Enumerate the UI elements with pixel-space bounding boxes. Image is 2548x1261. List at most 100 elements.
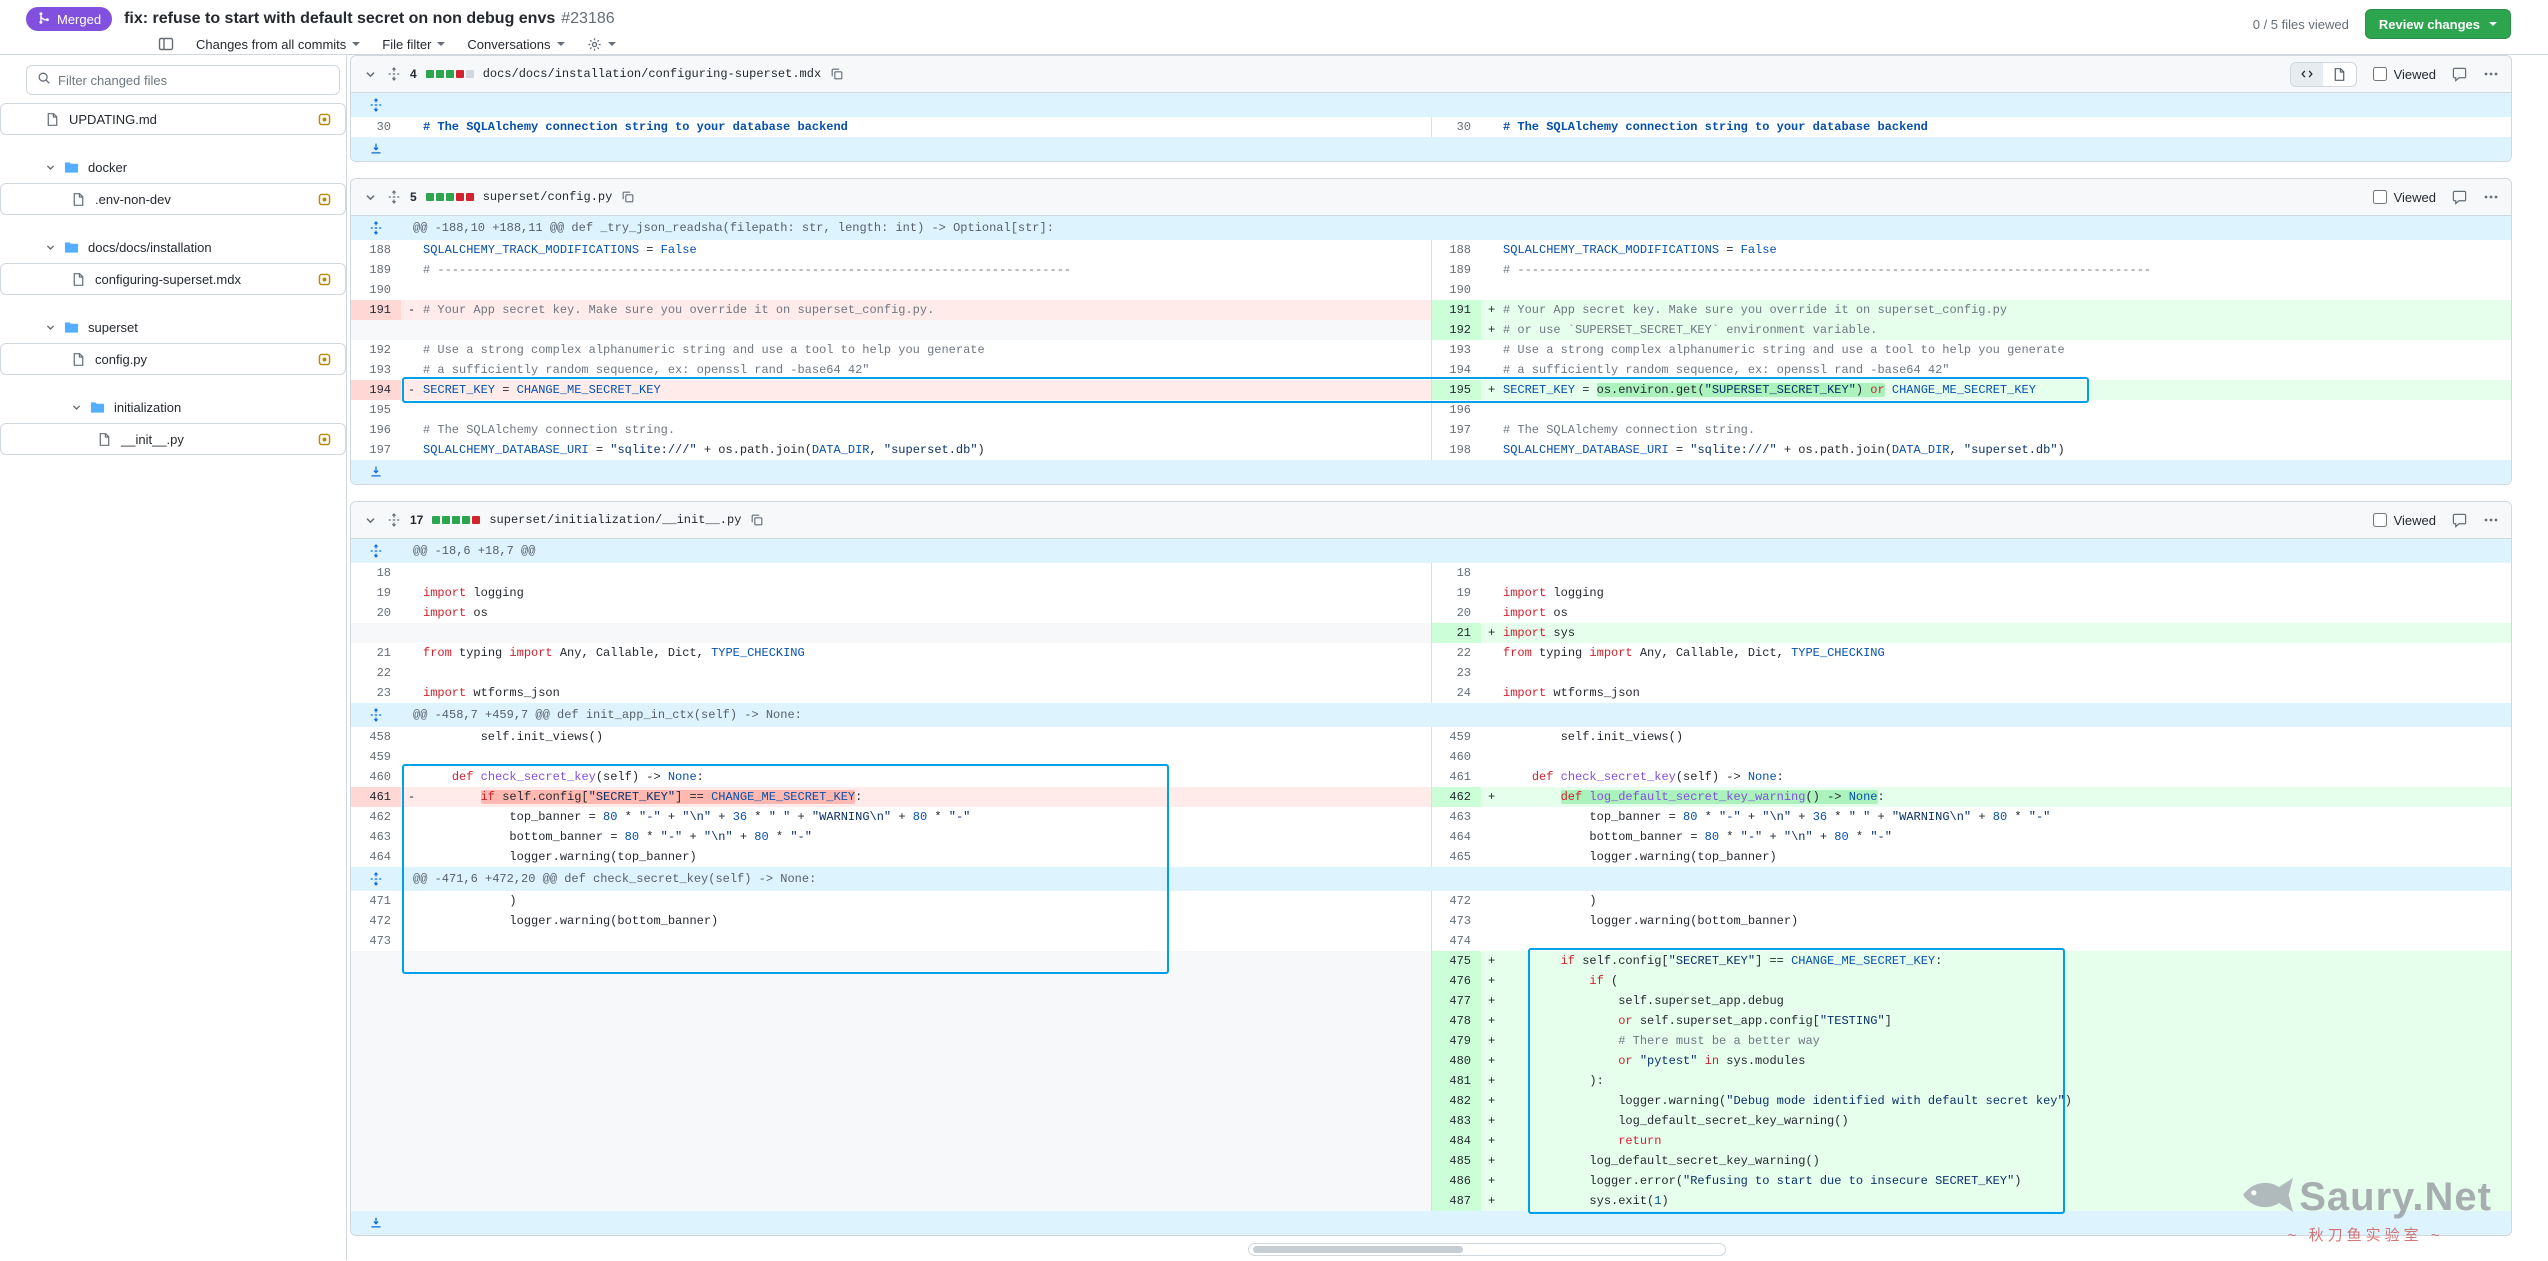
tree-folder-initialization[interactable]: initialization [0, 391, 346, 423]
old-line-number[interactable]: 19 [351, 583, 401, 603]
new-line-number[interactable]: 482 [1431, 1091, 1481, 1111]
tree-folder-docs-docs-installation[interactable]: docs/docs/installation [0, 231, 346, 263]
new-line-number[interactable]: 195 [1431, 380, 1481, 400]
new-line-number[interactable]: 481 [1431, 1071, 1481, 1091]
new-line-number[interactable]: 193 [1431, 340, 1481, 360]
diff-settings-gear[interactable] [587, 37, 616, 52]
new-line-number[interactable]: 24 [1431, 683, 1481, 703]
old-line-number[interactable]: 22 [351, 663, 401, 683]
new-line-number[interactable]: 459 [1431, 727, 1481, 747]
new-line-number[interactable]: 196 [1431, 400, 1481, 420]
old-line-number[interactable]: 196 [351, 420, 401, 440]
comment-icon[interactable] [2452, 513, 2467, 528]
old-line-number[interactable]: 473 [351, 931, 401, 951]
expand-hunk-icon[interactable] [351, 867, 401, 891]
old-line-number[interactable]: 193 [351, 360, 401, 380]
expand-hunk-icon[interactable] [351, 216, 401, 240]
new-line-number[interactable]: 473 [1431, 911, 1481, 931]
old-line-number[interactable]: 23 [351, 683, 401, 703]
old-line-number[interactable]: 189 [351, 260, 401, 280]
viewed-checkbox-input[interactable] [2373, 67, 2387, 81]
rich-view-icon[interactable] [2323, 63, 2356, 86]
copy-path-icon[interactable] [621, 190, 635, 204]
new-line-number[interactable]: 197 [1431, 420, 1481, 440]
new-line-number[interactable]: 190 [1431, 280, 1481, 300]
old-line-number[interactable]: 461 [351, 787, 401, 807]
new-line-number[interactable]: 194 [1431, 360, 1481, 380]
expand-hunk-icon[interactable] [351, 1211, 401, 1235]
viewed-checkbox[interactable]: Viewed [2373, 67, 2436, 82]
old-line-number[interactable]: 458 [351, 727, 401, 747]
old-line-number[interactable]: 21 [351, 643, 401, 663]
tree-file-config.py[interactable]: config.py [0, 343, 346, 375]
expand-hunk-icon[interactable] [351, 93, 401, 117]
old-line-number[interactable]: 195 [351, 400, 401, 420]
horizontal-scrollbar[interactable] [1248, 1243, 1726, 1256]
old-line-number[interactable]: 197 [351, 440, 401, 460]
source-view-icon[interactable] [2291, 63, 2323, 86]
tree-file-__init__.py[interactable]: __init__.py [0, 423, 346, 455]
new-line-number[interactable]: 461 [1431, 767, 1481, 787]
new-line-number[interactable]: 462 [1431, 787, 1481, 807]
old-line-number[interactable]: 30 [351, 117, 401, 137]
old-line-number[interactable]: 472 [351, 911, 401, 931]
viewed-checkbox[interactable]: Viewed [2373, 513, 2436, 528]
new-line-number[interactable]: 475 [1431, 951, 1481, 971]
new-line-number[interactable]: 476 [1431, 971, 1481, 991]
new-line-number[interactable]: 460 [1431, 747, 1481, 767]
collapse-file-icon[interactable] [363, 190, 378, 205]
new-line-number[interactable]: 483 [1431, 1111, 1481, 1131]
new-line-number[interactable]: 189 [1431, 260, 1481, 280]
old-line-number[interactable]: 464 [351, 847, 401, 867]
diff-view-toggle[interactable] [2290, 62, 2357, 87]
review-changes-button[interactable]: Review changes [2365, 9, 2511, 39]
expand-hunk-icon[interactable] [351, 137, 401, 161]
old-line-number[interactable]: 471 [351, 891, 401, 911]
expand-hunk-icon[interactable] [351, 539, 401, 563]
collapse-file-icon[interactable] [363, 513, 378, 528]
expand-all-icon[interactable] [387, 513, 401, 527]
expand-all-icon[interactable] [387, 67, 401, 81]
new-line-number[interactable]: 21 [1431, 623, 1481, 643]
new-line-number[interactable]: 486 [1431, 1171, 1481, 1191]
new-line-number[interactable]: 478 [1431, 1011, 1481, 1031]
new-line-number[interactable]: 19 [1431, 583, 1481, 603]
tree-file-configuring-superset.mdx[interactable]: configuring-superset.mdx [0, 263, 346, 295]
old-line-number[interactable]: 191 [351, 300, 401, 320]
new-line-number[interactable]: 18 [1431, 563, 1481, 583]
file-tree-toggle-icon[interactable] [158, 36, 174, 52]
collapse-file-icon[interactable] [363, 67, 378, 82]
viewed-checkbox-input[interactable] [2373, 190, 2387, 204]
new-line-number[interactable]: 463 [1431, 807, 1481, 827]
copy-path-icon[interactable] [750, 513, 764, 527]
new-line-number[interactable]: 479 [1431, 1031, 1481, 1051]
new-line-number[interactable]: 485 [1431, 1151, 1481, 1171]
new-line-number[interactable]: 465 [1431, 847, 1481, 867]
new-line-number[interactable]: 480 [1431, 1051, 1481, 1071]
tree-folder-superset[interactable]: superset [0, 311, 346, 343]
kebab-icon[interactable] [2483, 512, 2499, 528]
copy-path-icon[interactable] [830, 67, 844, 81]
old-line-number[interactable]: 460 [351, 767, 401, 787]
conversations-dropdown[interactable]: Conversations [467, 37, 564, 52]
old-line-number[interactable]: 188 [351, 240, 401, 260]
tree-file-UPDATING.md[interactable]: UPDATING.md [0, 103, 346, 135]
expand-hunk-icon[interactable] [351, 703, 401, 727]
tree-folder-docker[interactable]: docker [0, 151, 346, 183]
new-line-number[interactable]: 472 [1431, 891, 1481, 911]
old-line-number[interactable]: 463 [351, 827, 401, 847]
changes-dropdown[interactable]: Changes from all commits [196, 37, 360, 52]
file-filter-dropdown[interactable]: File filter [382, 37, 445, 52]
new-line-number[interactable]: 484 [1431, 1131, 1481, 1151]
old-line-number[interactable]: 20 [351, 603, 401, 623]
new-line-number[interactable]: 198 [1431, 440, 1481, 460]
new-line-number[interactable]: 22 [1431, 643, 1481, 663]
new-line-number[interactable]: 474 [1431, 931, 1481, 951]
comment-icon[interactable] [2452, 67, 2467, 82]
new-line-number[interactable]: 191 [1431, 300, 1481, 320]
viewed-checkbox-input[interactable] [2373, 513, 2387, 527]
old-line-number[interactable]: 459 [351, 747, 401, 767]
old-line-number[interactable]: 190 [351, 280, 401, 300]
kebab-icon[interactable] [2483, 66, 2499, 82]
filter-files-input[interactable] [58, 73, 329, 88]
